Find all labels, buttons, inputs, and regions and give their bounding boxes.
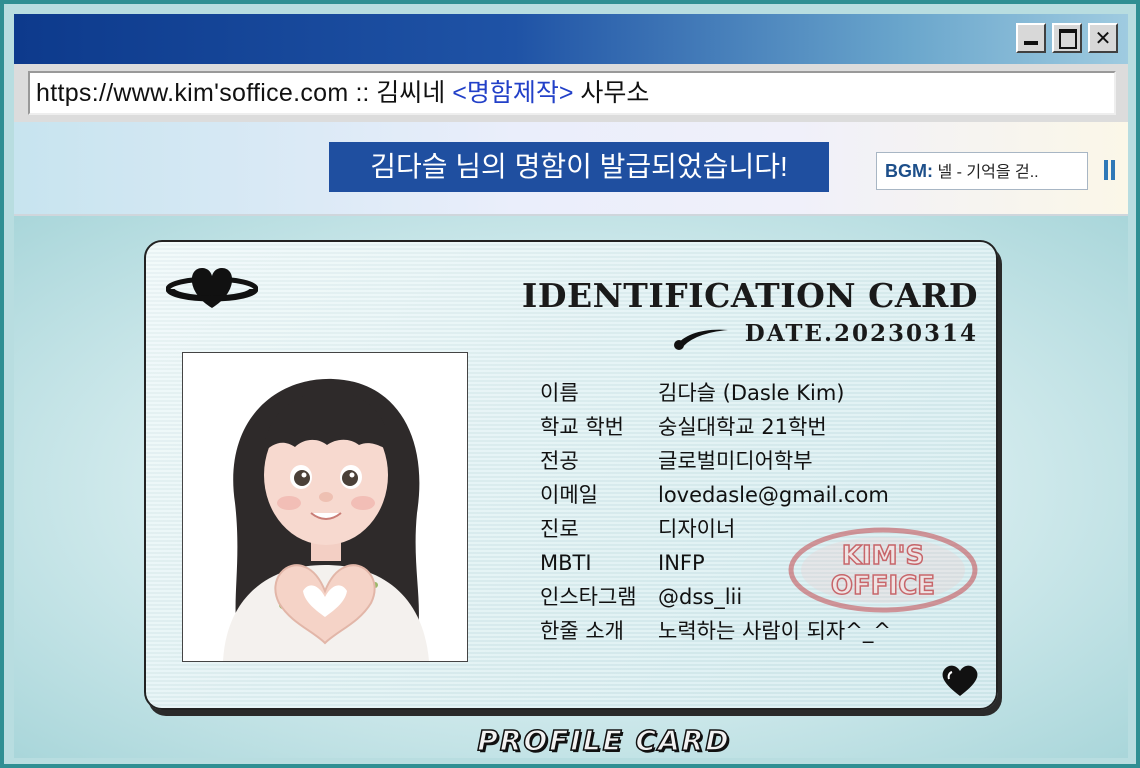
card-title: IDENTIFICATION CARD [521, 276, 978, 315]
profile-photo [182, 352, 468, 662]
info-key: 이름 [540, 381, 579, 405]
info-row-intro: 한줄 소개 노력하는 사람이 되자^_^ [540, 614, 891, 648]
banner: 김다슬 님의 명함이 발급되었습니다! BGM: 넬 - 기억을 걷.. [14, 122, 1128, 216]
main-content: IDENTIFICATION CARD DATE.20230314 이름 김다슬… [14, 216, 1128, 758]
info-value: 숭실대학교 21학번 [658, 415, 827, 439]
pause-icon[interactable] [1102, 160, 1116, 182]
info-row-name: 이름 김다슬 (Dasle Kim) [540, 376, 891, 410]
info-key: MBTI [540, 551, 592, 575]
info-value: 글로벌미디어학부 [658, 449, 813, 473]
address-bar[interactable]: https://www.kim'soffice.com :: 김씨네 <명함제작… [28, 71, 1116, 115]
address-bar-area: https://www.kim'soffice.com :: 김씨네 <명함제작… [14, 64, 1128, 123]
maximize-icon [1059, 29, 1077, 49]
site-name-part1: 김씨네 [376, 79, 453, 107]
identification-card: IDENTIFICATION CARD DATE.20230314 이름 김다슬… [144, 240, 998, 710]
avatar [223, 378, 429, 661]
stamp-line-2: OFFICE [831, 571, 935, 601]
card-date: DATE.20230314 [744, 320, 978, 347]
saturn-heart-icon [166, 268, 258, 308]
info-key: 학교 학번 [540, 415, 624, 439]
minimize-button[interactable] [1016, 23, 1046, 53]
bgm-player[interactable]: BGM: 넬 - 기억을 걷.. [876, 152, 1088, 190]
maximize-button[interactable] [1052, 23, 1082, 53]
info-value: INFP [658, 551, 705, 575]
comet-icon [674, 329, 728, 350]
info-row-major: 전공 글로벌미디어학부 [540, 444, 891, 478]
site-name-highlight: <명함제작> [452, 79, 574, 107]
info-value: lovedasle@gmail.com [658, 483, 889, 507]
close-icon: ✕ [1094, 26, 1112, 50]
info-value: 노력하는 사람이 되자^_^ [658, 619, 891, 643]
stamp-line-1: KIM'S [842, 541, 924, 571]
info-key: 전공 [540, 449, 579, 473]
close-button[interactable]: ✕ [1088, 23, 1118, 53]
title-bar[interactable]: ✕ [14, 14, 1128, 64]
profile-card-label: PROFILE CARD [477, 723, 731, 758]
bgm-label: BGM: [885, 161, 933, 181]
bgm-song-title: 넬 - 기억을 걷.. [933, 164, 1039, 181]
info-row-school: 학교 학번 숭실대학교 21학번 [540, 410, 891, 444]
heart-icon [942, 665, 978, 696]
minimize-icon [1024, 41, 1038, 45]
info-value: @dss_lii [658, 585, 743, 609]
browser-window: ✕ https://www.kim'soffice.com :: 김씨네 <명함… [0, 0, 1140, 768]
url-text: https://www.kim'soffice.com [36, 79, 349, 107]
info-key: 인스타그램 [540, 585, 637, 609]
info-key: 이메일 [540, 483, 598, 507]
info-value: 디자이너 [658, 517, 736, 541]
info-key: 한줄 소개 [540, 619, 624, 643]
url-separator: :: [348, 79, 377, 107]
site-name-part2: 사무소 [573, 79, 650, 107]
info-row-email: 이메일 lovedasle@gmail.com [540, 478, 891, 512]
info-key: 진로 [540, 517, 579, 541]
kims-office-stamp: KIM'S OFFICE [788, 527, 978, 613]
issue-notice: 김다슬 님의 명함이 발급되었습니다! [329, 142, 829, 192]
info-value: 김다슬 (Dasle Kim) [658, 381, 845, 405]
